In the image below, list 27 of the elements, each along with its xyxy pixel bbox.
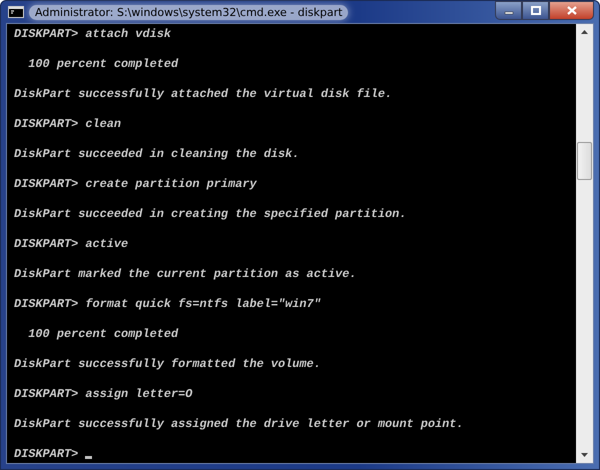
close-button[interactable] xyxy=(549,1,594,20)
console-line: 100 percent completed xyxy=(27,327,180,342)
close-icon xyxy=(566,6,576,15)
scroll-up-icon[interactable] xyxy=(581,30,588,34)
console-line: DISKPART> format quick fs=ntfs label="win7" xyxy=(14,297,322,312)
scroll-down-icon[interactable] xyxy=(581,453,588,457)
minimize-button[interactable] xyxy=(495,1,522,20)
console-line: DISKPART> attach vdisk xyxy=(14,27,172,42)
console-line: DISKPART> active xyxy=(14,237,130,252)
console-line: DiskPart succeeded in creating the specified partition. xyxy=(14,207,408,222)
console-line: DISKPART> clean xyxy=(14,117,122,132)
console-prompt: DISKPART> xyxy=(14,447,78,462)
window-title: Administrator: S:\windows\system32\cmd.exe - diskpart xyxy=(29,4,348,20)
maximize-button[interactable] xyxy=(522,1,549,20)
console-line: DiskPart successfully assigned the drive letter or mount point. xyxy=(14,417,465,432)
console-line: DiskPart successfully attached the virtual disk file. xyxy=(14,87,394,102)
console-line: DISKPART> create partition primary xyxy=(14,177,258,192)
console-line: DiskPart marked the current partition as active. xyxy=(14,267,358,282)
console-line: DiskPart succeeded in cleaning the disk. xyxy=(14,147,300,162)
scroll-thumb[interactable] xyxy=(577,142,592,180)
maximize-icon xyxy=(530,6,540,15)
console-icon xyxy=(8,6,24,18)
console-line: 100 percent completed xyxy=(27,57,180,72)
console-line: DiskPart successfully formatted the volume. xyxy=(14,357,322,372)
scrollbar[interactable] xyxy=(576,24,593,463)
console-line: DISKPART> assign letter=O xyxy=(14,387,194,402)
cursor-icon xyxy=(85,456,92,459)
